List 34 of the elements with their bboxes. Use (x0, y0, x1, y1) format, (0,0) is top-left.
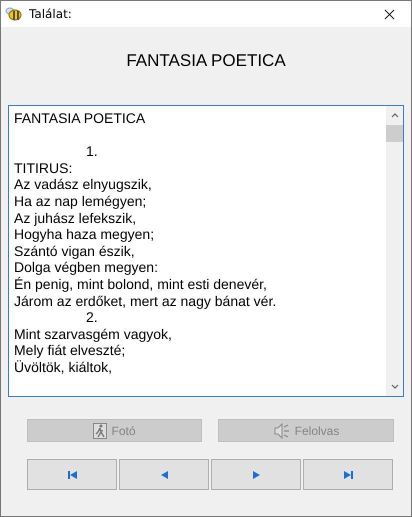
text-line: Szántó vigan észik, (14, 242, 135, 259)
text-line: Ha az nap lemégyen; (14, 192, 146, 209)
heading: FANTASIA POETICA (126, 51, 286, 71)
stanza-number: 2. (86, 309, 98, 326)
text-line: Az vadász elnyugszik, (14, 176, 152, 192)
text-line: Hogyha haza megyen; (14, 226, 154, 242)
walking-figure-icon (93, 422, 108, 438)
previous-button[interactable] (119, 459, 209, 490)
speaker-icon (272, 422, 291, 438)
stanza-number: 1. (86, 143, 98, 160)
text-line: Mely fiát elveszté; (14, 342, 126, 358)
previous-icon (158, 470, 170, 480)
close-icon[interactable] (384, 8, 395, 20)
scroll-down-icon[interactable] (390, 384, 398, 389)
text-area[interactable] (8, 105, 404, 397)
window-title: Találat: (29, 7, 73, 21)
text-line: Üvöltök, kiáltok, (14, 358, 112, 375)
text-line: Dolga végben megyen: (14, 259, 158, 276)
text-line: FANTASIA POETICA (14, 110, 146, 126)
last-icon (342, 470, 354, 480)
scroll-thumb[interactable] (386, 125, 403, 142)
text-line: Mint szarvasgém vagyok, (14, 326, 172, 342)
first-icon (66, 470, 78, 480)
last-button[interactable] (303, 459, 393, 490)
text-line: Az juhász lefekszik, (14, 210, 136, 226)
text-line: TITIRUS: (14, 160, 72, 176)
text-line: Én penig, mint bolond, mint esti denevér, (14, 276, 267, 292)
first-button[interactable] (27, 459, 117, 490)
text-line: Járom az erdőket, mert az nagy bánat vér. (14, 292, 276, 309)
bee-icon (5, 5, 23, 23)
scrollbar[interactable] (386, 106, 403, 396)
scroll-up-icon[interactable] (390, 113, 398, 118)
next-icon (250, 470, 262, 480)
next-button[interactable] (211, 459, 301, 490)
